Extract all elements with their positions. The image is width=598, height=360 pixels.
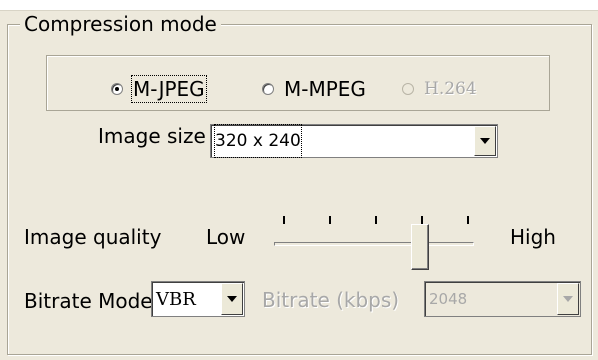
radio-mmpeg-label[interactable]: M-MPEG (284, 77, 366, 101)
image-size-value: 320 x 240 (214, 124, 302, 158)
bitrate-kbps-value: 2048 (429, 290, 468, 308)
image-quality-slider-track[interactable] (274, 242, 474, 246)
bitrate-kbps-dropdown-button (557, 283, 579, 315)
chevron-down-icon (227, 296, 237, 302)
bitrate-mode-select[interactable]: VBR (151, 281, 245, 317)
image-size-dropdown-button[interactable] (474, 126, 496, 156)
radio-h264: H.264 (402, 76, 477, 102)
radio-h264-indicator (402, 83, 414, 95)
radio-mmpeg-indicator[interactable] (262, 83, 274, 95)
radio-h264-label: H.264 (424, 79, 477, 99)
bitrate-mode-label: Bitrate Mode (24, 289, 153, 313)
bitrate-kbps-label: Bitrate (kbps) (262, 288, 400, 312)
image-size-select[interactable]: 320 x 240 (210, 124, 498, 158)
radio-mjpeg[interactable]: M-JPEG (111, 75, 207, 103)
group-title: Compression mode (20, 11, 221, 37)
radio-mmpeg[interactable]: M-MPEG (262, 76, 366, 102)
image-quality-slider-thumb[interactable] (411, 224, 429, 270)
radio-mjpeg-indicator[interactable] (111, 83, 123, 95)
chevron-down-icon (563, 296, 573, 302)
slider-tick (421, 216, 423, 224)
settings-panel: Compression mode M-JPEG M-MPEG H.264 Ima… (0, 0, 598, 360)
chevron-down-icon (480, 138, 490, 144)
bitrate-mode-value: VBR (156, 288, 196, 310)
top-strip (0, 0, 598, 10)
bitrate-mode-dropdown-button[interactable] (221, 283, 243, 315)
quality-low-label: Low (206, 225, 246, 249)
bitrate-kbps-select: 2048 (424, 281, 581, 317)
image-quality-label: Image quality (24, 225, 162, 249)
slider-tick (283, 216, 285, 224)
image-size-label: Image size (98, 124, 206, 148)
quality-high-label: High (510, 225, 556, 249)
slider-tick (329, 216, 331, 224)
slider-tick (467, 216, 469, 224)
slider-tick (375, 216, 377, 224)
radio-mjpeg-label[interactable]: M-JPEG (131, 75, 207, 103)
